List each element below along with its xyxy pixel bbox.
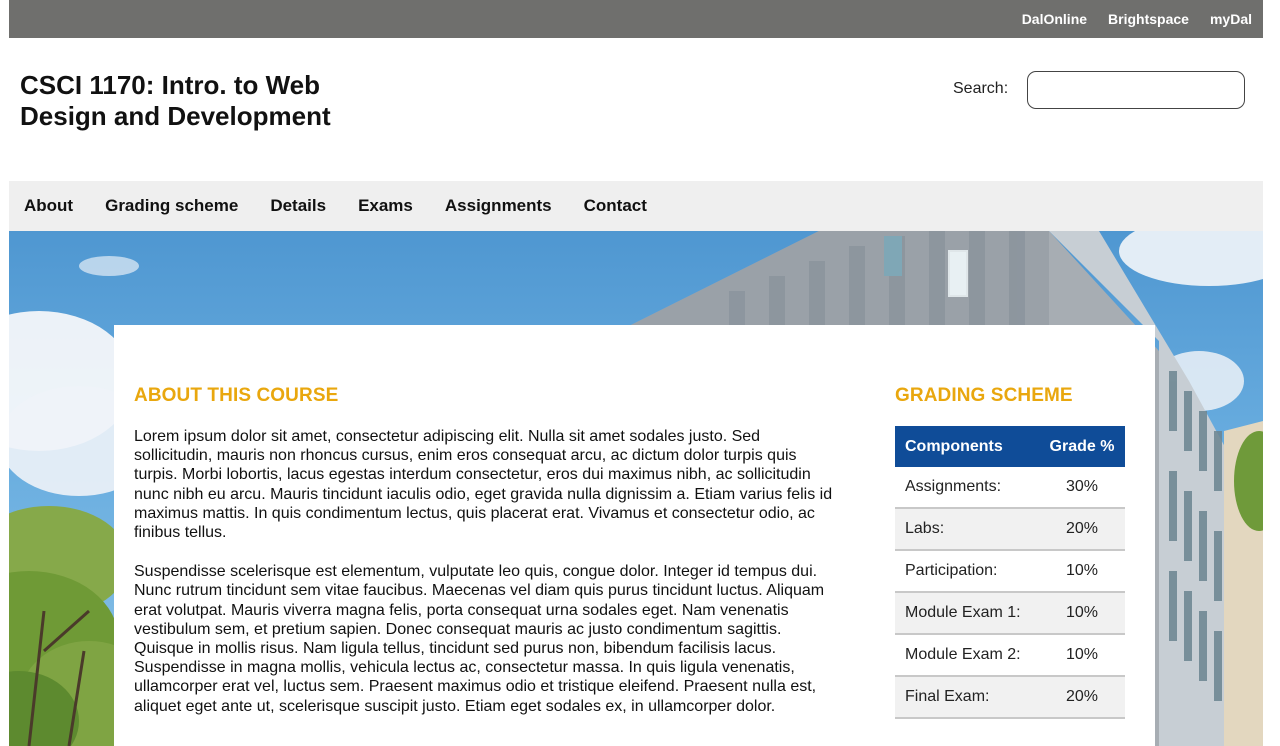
- grade-cell: 20%: [1039, 508, 1125, 551]
- nav-item-contact[interactable]: Contact: [584, 196, 647, 216]
- component-cell: Final Exam:: [895, 676, 1040, 719]
- page: DalOnline Brightspace myDal CSCI 1170: I…: [9, 0, 1263, 746]
- site-title-line1: CSCI 1170: Intro. to Web: [20, 70, 321, 100]
- grade-cell: 20%: [1039, 676, 1125, 719]
- nav-item-about[interactable]: About: [24, 196, 73, 216]
- grade-cell: 10%: [1039, 634, 1125, 677]
- table-row: Labs: 20%: [895, 508, 1125, 551]
- nav-item-details[interactable]: Details: [270, 196, 326, 216]
- nav-item-exams[interactable]: Exams: [358, 196, 413, 216]
- column-header-components: Components: [895, 426, 1040, 467]
- daloline-link[interactable]: DalOnline: [1022, 11, 1087, 27]
- table-row: Assignments: 30%: [895, 467, 1125, 509]
- component-cell: Module Exam 1:: [895, 592, 1040, 635]
- site-title-line2: Design and Development: [20, 101, 331, 131]
- nav-item-grading-scheme[interactable]: Grading scheme: [105, 196, 238, 216]
- component-cell: Labs:: [895, 508, 1040, 551]
- table-header-row: Components Grade %: [895, 426, 1125, 467]
- grade-cell: 30%: [1039, 467, 1125, 509]
- site-title: CSCI 1170: Intro. to Web Design and Deve…: [20, 70, 380, 132]
- nav-item-assignments[interactable]: Assignments: [445, 196, 552, 216]
- grade-cell: 10%: [1039, 550, 1125, 593]
- component-cell: Module Exam 2:: [895, 634, 1040, 677]
- mydal-link[interactable]: myDal: [1210, 11, 1252, 27]
- utility-bar: DalOnline Brightspace myDal: [9, 0, 1263, 38]
- table-row: Module Exam 2: 10%: [895, 634, 1125, 677]
- table-row: Module Exam 1: 10%: [895, 592, 1125, 635]
- component-cell: Assignments:: [895, 467, 1040, 509]
- table-row: Participation: 10%: [895, 550, 1125, 593]
- component-cell: Participation:: [895, 550, 1040, 593]
- search-input[interactable]: [1027, 71, 1245, 109]
- search-label: Search:: [953, 80, 1009, 97]
- grading-heading: GRADING SCHEME: [895, 385, 1073, 406]
- about-paragraph-1: Lorem ipsum dolor sit amet, consectetur …: [134, 428, 833, 542]
- brightspace-link[interactable]: Brightspace: [1108, 11, 1189, 27]
- table-row: Final Exam: 20%: [895, 676, 1125, 719]
- main-nav: About Grading scheme Details Exams Assig…: [9, 181, 1263, 231]
- content-card: ABOUT THIS COURSE Lorem ipsum dolor sit …: [114, 325, 1155, 746]
- grade-cell: 10%: [1039, 592, 1125, 635]
- column-header-grade: Grade %: [1039, 426, 1125, 467]
- grading-table: Components Grade % Assignments: 30% Labs…: [895, 426, 1125, 719]
- about-body: Lorem ipsum dolor sit amet, consectetur …: [134, 427, 834, 736]
- about-paragraph-2: Suspendisse scelerisque est elementum, v…: [134, 563, 825, 715]
- about-heading: ABOUT THIS COURSE: [134, 385, 339, 406]
